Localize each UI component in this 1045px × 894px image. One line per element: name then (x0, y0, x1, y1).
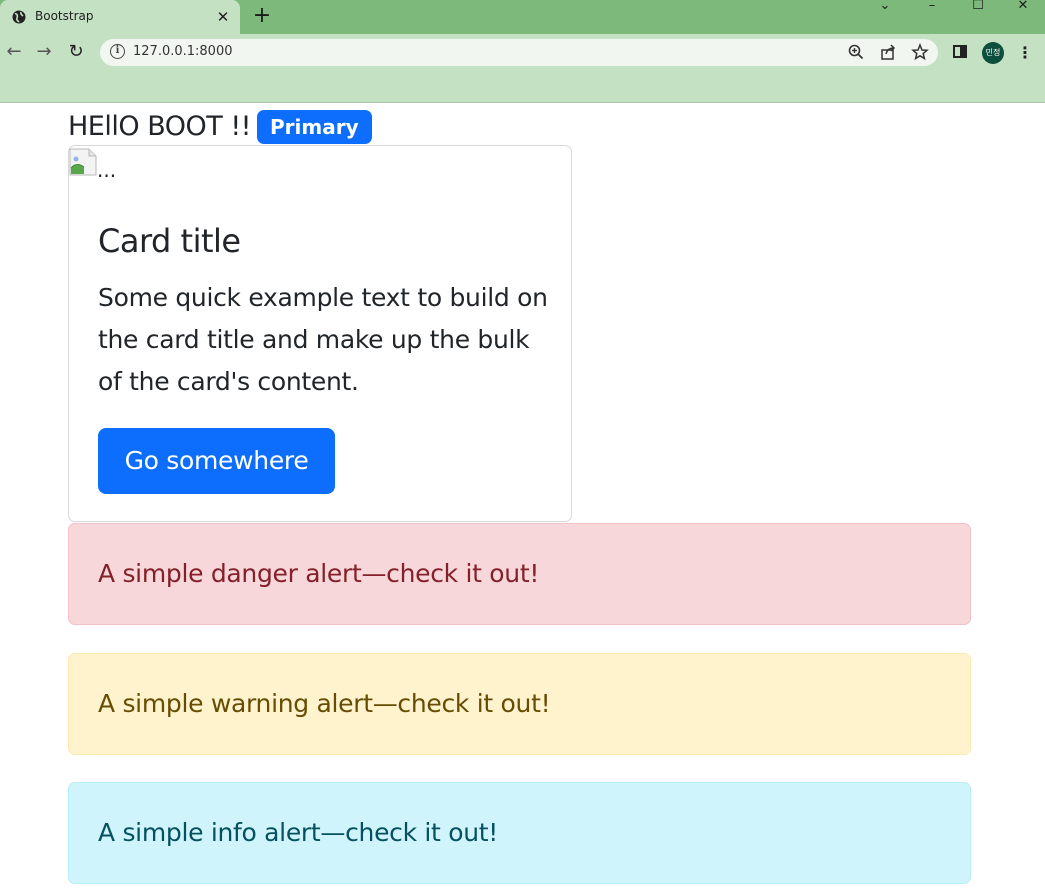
go-somewhere-button[interactable]: Go somewhere (98, 428, 335, 494)
new-tab-button[interactable]: + (251, 5, 273, 27)
back-button[interactable]: ← (2, 40, 26, 64)
browser-tab[interactable]: Bootstrap ✕ (0, 0, 240, 34)
primary-badge: Primary (257, 110, 372, 144)
avatar[interactable]: 민정 (982, 42, 1004, 64)
card: ... Card title Some quick example text t… (68, 145, 572, 522)
share-icon[interactable] (879, 43, 897, 61)
minimize-button[interactable]: – (909, 0, 955, 14)
tab-close-icon[interactable]: ✕ (214, 8, 232, 26)
browser-menu-icon[interactable]: ⋮ (1017, 42, 1033, 64)
card-title: Card title (98, 222, 241, 260)
close-window-button[interactable]: ✕ (1000, 0, 1045, 14)
tab-title: Bootstrap (35, 9, 94, 23)
tab-search-chevron-icon[interactable]: ⌄ (862, 0, 908, 14)
browser-tab-strip: Bootstrap ✕ + ⌄ – ☐ ✕ (0, 0, 1045, 34)
card-text: Some quick example text to build on the … (98, 283, 548, 396)
side-panel-icon[interactable] (953, 45, 967, 58)
maximize-button[interactable]: ☐ (955, 0, 1001, 14)
danger-alert: A simple danger alert—check it out! (68, 523, 971, 625)
page-viewport: HEllO BOOT !! Primary ... Card title Som… (0, 103, 1045, 894)
star-icon[interactable] (911, 43, 929, 61)
globe-icon (12, 10, 26, 24)
forward-button[interactable]: → (32, 40, 56, 64)
site-info-icon[interactable]: i (110, 44, 125, 59)
broken-image-icon (69, 148, 97, 176)
warning-alert: A simple warning alert—check it out! (68, 653, 971, 755)
page-title: HEllO BOOT !! (68, 111, 251, 142)
zoom-icon[interactable] (847, 43, 865, 61)
url-text[interactable]: 127.0.0.1:8000 (133, 44, 233, 59)
info-alert: A simple info alert—check it out! (68, 782, 971, 884)
card-image-alt-text: ... (97, 158, 117, 182)
reload-button[interactable]: ↻ (64, 40, 88, 64)
